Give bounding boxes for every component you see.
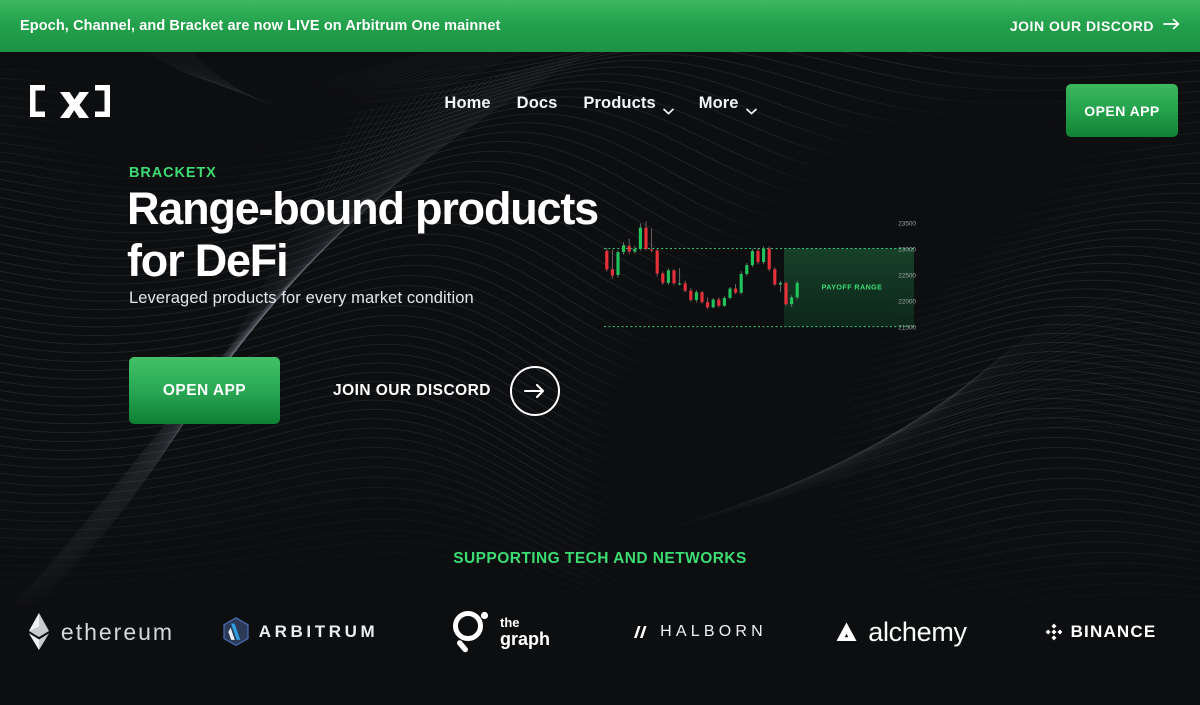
nav-item-home[interactable]: Home <box>444 94 490 113</box>
svg-text:22500: 22500 <box>898 273 916 280</box>
chevron-down-icon <box>662 101 674 114</box>
hero-cta-row: OPEN APP JOIN OUR DISCORD <box>129 357 560 424</box>
partner-name: the graph <box>499 615 550 650</box>
hero-subheading: Leveraged products for every market cond… <box>129 289 474 307</box>
nav-item-more[interactable]: More <box>698 94 757 114</box>
halborn-logo-icon <box>634 626 647 638</box>
partner-thegraph[interactable]: the graph <box>400 609 600 655</box>
svg-text:21500: 21500 <box>898 325 916 332</box>
arrow-right-circle-icon <box>509 365 560 416</box>
svg-text:22000: 22000 <box>898 299 916 306</box>
announcement-banner: Epoch, Channel, and Bracket are now LIVE… <box>0 0 1200 52</box>
svg-text:23000: 23000 <box>898 246 916 253</box>
nav-label: Products <box>583 94 656 112</box>
svg-text:PAYOFF RANGE: PAYOFF RANGE <box>822 283 883 292</box>
ethereum-logo-icon <box>28 613 49 650</box>
partner-arbitrum[interactable]: ARBITRUM <box>200 616 400 648</box>
banner-discord-label: JOIN OUR DISCORD <box>1009 18 1154 34</box>
partner-name: alchemy <box>868 616 967 647</box>
main-navigation: Home Docs Products More <box>0 94 1200 114</box>
nav-item-products[interactable]: Products <box>583 94 674 114</box>
hero-discord-label: JOIN OUR DISCORD <box>333 381 491 399</box>
candlestick-chart: 23500 23000 22500 22000 21500 PAYOFF RANGE <box>598 212 928 337</box>
partner-name: HALBORN <box>660 623 767 640</box>
announcement-message: Epoch, Channel, and Bracket are now LIVE… <box>20 18 501 34</box>
nav-label: More <box>698 94 739 112</box>
nav-item-docs[interactable]: Docs <box>517 94 558 113</box>
hero-eyebrow: BRACKETX <box>129 165 217 181</box>
chevron-down-icon <box>745 101 757 114</box>
nav-label: Home <box>444 94 491 112</box>
svg-text:23500: 23500 <box>898 220 916 227</box>
hero-discord-button[interactable]: JOIN OUR DISCORD <box>333 365 560 416</box>
site-header: Home Docs Products More OPEN APP <box>0 52 1200 167</box>
arrow-right-icon <box>1163 18 1180 34</box>
partners-heading: SUPPORTING TECH AND NETWORKS <box>453 550 747 567</box>
partner-halborn[interactable]: HALBORN <box>600 623 800 641</box>
binance-logo-icon <box>1045 623 1062 641</box>
hero-open-app-button[interactable]: OPEN APP <box>129 357 280 424</box>
partner-binance[interactable]: BINANCE <box>1000 622 1200 642</box>
partner-name: ARBITRUM <box>258 622 379 641</box>
partner-name: ethereum <box>60 618 175 645</box>
alchemy-logo-icon <box>836 622 857 641</box>
partner-name-block: the graph <box>500 615 550 649</box>
landing-page: Epoch, Channel, and Bracket are now LIVE… <box>0 0 1200 705</box>
banner-discord-link[interactable]: JOIN OUR DISCORD <box>1010 18 1180 34</box>
arbitrum-logo-icon <box>223 616 249 646</box>
partner-name: BINANCE <box>1070 622 1157 641</box>
partner-alchemy[interactable]: alchemy <box>800 617 1000 648</box>
thegraph-logo-icon <box>452 611 489 653</box>
headline-line-1: Range-bound products <box>127 183 599 234</box>
nav-label: Docs <box>516 94 558 112</box>
partner-ethereum[interactable]: ethereum <box>0 612 200 652</box>
header-open-app-button[interactable]: OPEN APP <box>1066 84 1178 137</box>
chart-canvas: 23500 23000 22500 22000 21500 PAYOFF RANGE <box>604 220 916 332</box>
partners-logo-row: ethereum ARBITRUM the graph HALBORN alch… <box>0 597 1200 667</box>
